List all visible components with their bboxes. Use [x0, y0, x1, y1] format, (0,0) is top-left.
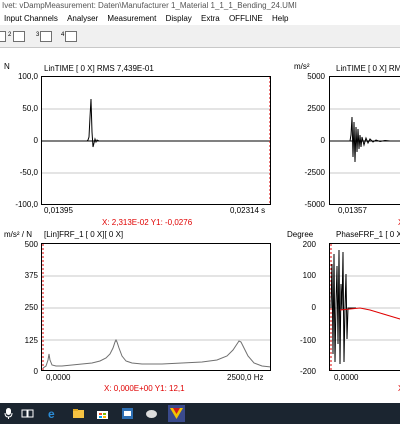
y-tick: -100,0 [15, 200, 38, 209]
time-signal-plot [42, 77, 270, 204]
cloud-app-icon[interactable] [145, 407, 158, 420]
x-tick-start: 0,0000 [46, 373, 71, 382]
x-tick-start: 0,01357 [338, 206, 367, 215]
microphone-icon[interactable] [2, 407, 15, 420]
y-unit: m/s² [294, 62, 310, 71]
time-signal-panel-right: m/s² LinTIME [ 0 X] RMS 5000 2500 0 -250… [290, 48, 400, 228]
frf-phase-panel: Degree PhaseFRF_1 [ 0 X 200 100 0 -100 -… [287, 226, 400, 403]
y-tick: 0 [33, 136, 38, 145]
y-tick: -5000 [304, 200, 325, 209]
y-tick: 0 [311, 303, 316, 312]
plot-area[interactable] [329, 76, 400, 205]
frf-magnitude-trace [42, 338, 270, 369]
frf-plot [42, 244, 270, 370]
y-tick: 0 [33, 367, 38, 376]
y-tick: 2500 [307, 104, 325, 113]
task-view-icon[interactable] [21, 407, 34, 420]
y-tick: -200 [299, 367, 316, 376]
y-unit: Degree [287, 230, 314, 239]
menu-display[interactable]: Display [166, 14, 192, 23]
app-icon[interactable] [121, 407, 134, 420]
panel-title: PhaseFRF_1 [ 0 X [336, 230, 400, 239]
menu-offline[interactable]: OFFLINE [229, 14, 263, 23]
panel-title: LinTIME [ 0 X] RMS [336, 64, 400, 73]
menu-help[interactable]: Help [272, 14, 288, 23]
x-tick-end: 2500,0 Hz [227, 373, 264, 382]
x-tick-end: 0,02314 s [230, 206, 266, 215]
channel-selector-2[interactable] [13, 31, 25, 42]
channel-label-3: 3 [36, 32, 40, 38]
y-tick: -50,0 [19, 168, 38, 177]
phase-trace-reference [339, 307, 400, 320]
channel-selector-4[interactable] [65, 31, 77, 42]
y-tick: 125 [24, 336, 38, 345]
y-tick: -100 [299, 336, 316, 345]
y-tick: 200 [302, 240, 316, 249]
menu-extra[interactable]: Extra [201, 14, 220, 23]
y-unit: m/s² / N [4, 230, 32, 239]
window-title: Ivet: vDampMeasurement: Daten\Manufactur… [0, 0, 400, 12]
channel-toolbar: 1 2 3 4 [0, 25, 400, 48]
phase-plot [330, 244, 400, 370]
display-area: N LinTIME [ 0 X] RMS 7,439E-01 100,0 50,… [0, 48, 400, 403]
file-explorer-icon[interactable] [72, 407, 85, 420]
time-signal-plot [330, 108, 400, 174]
y-tick: 100 [302, 271, 316, 280]
x-tick-start: 0,0000 [334, 373, 359, 382]
panel-title: [Lin]FRF_1 [ 0 X][ 0 X] [44, 230, 124, 239]
y-tick: 100,0 [17, 72, 38, 81]
menu-bar: Input Channels Analyser Measurement Disp… [0, 12, 400, 25]
channel-label-2: 2 [8, 32, 12, 38]
plot-area[interactable] [41, 76, 271, 205]
y-unit: N [4, 62, 10, 71]
menu-input-channels[interactable]: Input Channels [4, 14, 58, 23]
panel-title: LinTIME [ 0 X] RMS 7,439E-01 [44, 64, 154, 73]
y-tick: -2500 [304, 168, 325, 177]
channel-label-4: 4 [61, 32, 65, 38]
y-tick: 375 [24, 271, 38, 280]
windows-taskbar: e [0, 403, 400, 424]
channel-selector-1[interactable] [0, 31, 6, 42]
signal-trace [42, 98, 270, 148]
y-tick: 5000 [307, 72, 325, 81]
phase-trace [330, 249, 356, 365]
channel-selector-3[interactable] [40, 31, 52, 42]
y-tick: 250 [24, 303, 38, 312]
edge-icon[interactable]: e [47, 407, 60, 420]
plot-area[interactable] [329, 243, 400, 371]
x-tick-start: 0,01395 [44, 206, 73, 215]
time-signal-panel-left: N LinTIME [ 0 X] RMS 7,439E-01 100,0 50,… [0, 48, 290, 228]
y-tick: 50,0 [22, 104, 38, 113]
svg-text:e: e [48, 407, 55, 420]
plot-area[interactable] [41, 243, 271, 371]
signal-trace [330, 116, 400, 163]
y-tick: 500 [24, 240, 38, 249]
menu-analyser[interactable]: Analyser [67, 14, 98, 23]
y-tick: 0 [320, 136, 325, 145]
frf-magnitude-panel: m/s² / N [Lin]FRF_1 [ 0 X][ 0 X] 500 375… [0, 226, 290, 403]
menu-measurement[interactable]: Measurement [107, 14, 156, 23]
vdamp-app-icon[interactable] [168, 405, 185, 422]
cursor-readout: X: 0,000E+00 Y1: 12,1 [104, 384, 185, 393]
store-icon[interactable] [96, 407, 109, 420]
